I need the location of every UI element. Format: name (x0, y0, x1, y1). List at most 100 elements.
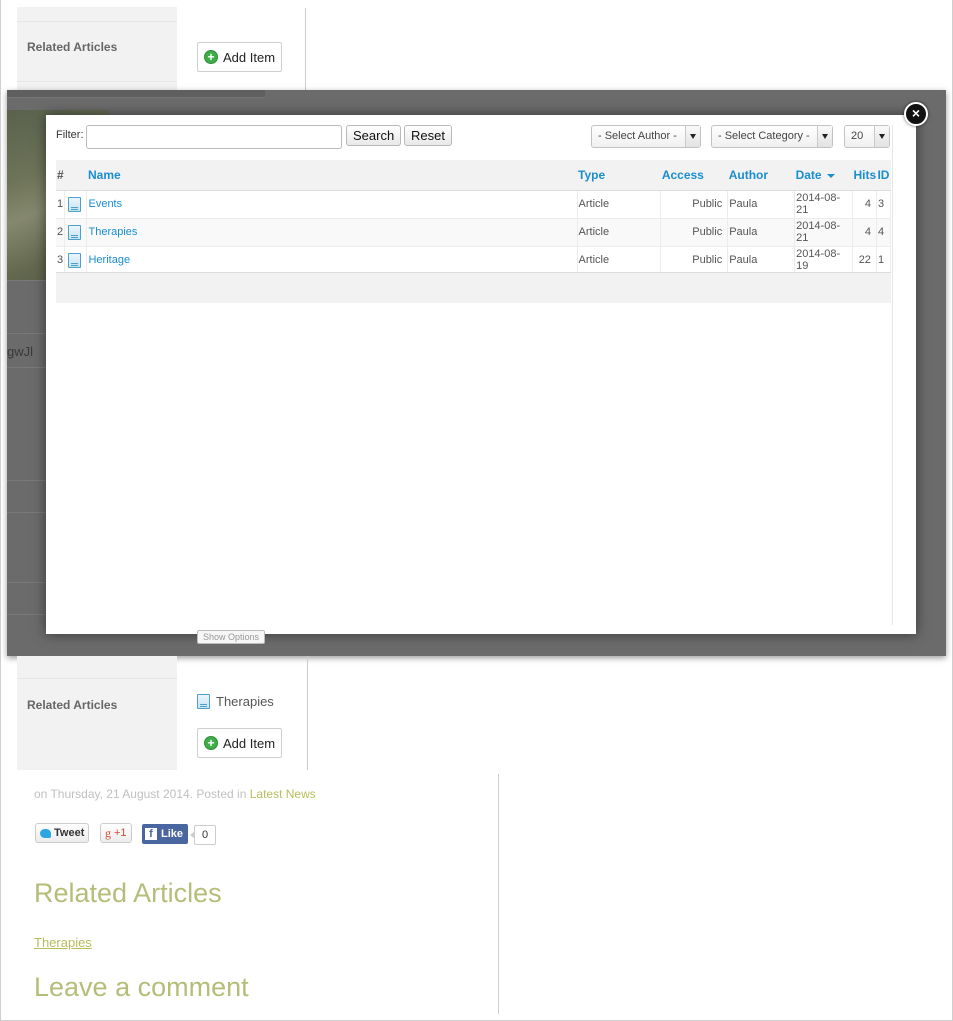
background-divider (7, 512, 47, 513)
google-plus-icon: g (105, 825, 111, 840)
col-header-hits[interactable]: Hits (852, 160, 877, 191)
add-item-button-bottom[interactable]: + Add Item (197, 728, 283, 758)
show-options-button[interactable]: Show Options (197, 630, 265, 644)
row-author: Paula (727, 246, 796, 275)
add-item-button-top[interactable]: + Add Item (197, 42, 283, 72)
row-date: 2014-08-21 (794, 190, 853, 219)
row-id: 1 (876, 246, 892, 275)
plus-circle-icon: + (204, 736, 218, 750)
row-name-link[interactable]: Therapies (86, 218, 578, 247)
tweet-label: Tweet (54, 827, 85, 839)
row-type: Article (577, 190, 662, 219)
row-type: Article (577, 246, 662, 275)
row-access: Public (660, 218, 729, 247)
category-select-value: - Select Category - (718, 130, 810, 142)
modal-scrollbar[interactable] (892, 125, 906, 625)
filter-label: Filter: (56, 129, 84, 141)
background-divider (7, 582, 47, 583)
limit-select-value: 20 (851, 130, 864, 142)
related-article-item[interactable]: Therapies (197, 694, 274, 709)
row-icon-cell (64, 246, 88, 275)
background-divider (7, 614, 47, 615)
google-plus-button[interactable]: g +1 (100, 823, 132, 843)
row-id: 3 (876, 190, 892, 219)
sort-desc-icon (826, 173, 835, 178)
table-row: 3 Heritage Article Public Paula 2014-08-… (56, 246, 892, 275)
document-icon (197, 694, 210, 709)
col-header-num: # (56, 160, 65, 191)
document-icon (68, 224, 82, 240)
row-num: 1 (56, 190, 66, 219)
col-header-name[interactable]: Name (86, 160, 578, 191)
col-header-date[interactable]: Date (794, 160, 853, 191)
row-num: 3 (56, 246, 66, 275)
row-num: 2 (56, 218, 66, 247)
background-divider (7, 280, 47, 281)
col-header-id[interactable]: ID (876, 160, 891, 191)
related-articles-heading: Related Articles (34, 878, 222, 908)
article-picker-modal: Filter: Search Reset - Select Author - -… (46, 115, 916, 634)
limit-select[interactable]: 20 (844, 125, 890, 148)
tweet-button[interactable]: Tweet (35, 823, 90, 843)
row-date: 2014-08-19 (794, 246, 853, 275)
row-name-link[interactable]: Events (86, 190, 578, 219)
table-footer (56, 272, 891, 303)
row-name-link[interactable]: Heritage (86, 246, 578, 275)
document-icon (68, 252, 82, 268)
leave-comment-heading: Leave a comment (34, 972, 249, 1002)
article-meta: on Thursday, 21 August 2014. Posted in L… (34, 787, 316, 801)
add-item-label: Add Item (223, 49, 276, 65)
close-icon[interactable]: × (904, 102, 928, 126)
table-row: 1 Events Article Public Paula 2014-08-21… (56, 190, 892, 219)
background-input-strip (7, 90, 265, 98)
table-row: 2 Therapies Article Public Paula 2014-08… (56, 218, 892, 247)
reset-button[interactable]: Reset (404, 125, 452, 146)
add-item-label: Add Item (223, 735, 276, 751)
plus-circle-icon: + (204, 50, 218, 64)
category-link[interactable]: Latest News (250, 787, 316, 801)
facebook-like-count: 0 (190, 825, 216, 845)
background-divider (7, 333, 47, 334)
col-header-icon (64, 160, 87, 191)
related-articles-label-top: Related Articles (27, 40, 118, 54)
google-plus-label: +1 (114, 827, 127, 839)
search-button[interactable]: Search (346, 125, 402, 146)
row-access: Public (660, 246, 729, 275)
facebook-icon: f (145, 828, 157, 840)
row-id: 4 (876, 218, 892, 247)
row-icon-cell (64, 190, 88, 219)
document-icon (68, 196, 82, 212)
row-hits: 22 (852, 246, 877, 275)
col-header-access[interactable]: Access (660, 160, 728, 191)
fb-like-label: Like (161, 828, 184, 840)
chevron-down-icon (817, 126, 832, 147)
background-text-fragment: gwJl (7, 344, 34, 359)
col-header-type[interactable]: Type (577, 160, 661, 191)
article-divider (498, 774, 499, 1014)
row-hits: 4 (852, 218, 877, 247)
filter-input[interactable] (86, 125, 342, 149)
category-select[interactable]: - Select Category - (711, 125, 833, 148)
row-author: Paula (727, 218, 796, 247)
related-article-link[interactable]: Therapies (34, 935, 92, 950)
column-divider (305, 8, 306, 90)
related-articles-label-bottom: Related Articles (27, 698, 118, 712)
twitter-bird-icon (40, 828, 51, 838)
author-select-value: - Select Author - (598, 130, 677, 142)
row-icon-cell (64, 218, 88, 247)
related-articles-label-cell (17, 656, 177, 770)
row-access: Public (660, 190, 729, 219)
article-date-text: on Thursday, 21 August 2014. Posted in (34, 787, 250, 801)
background-divider (7, 480, 47, 481)
row-hits: 4 (852, 190, 877, 219)
chevron-down-icon (685, 126, 700, 147)
col-header-date-label: Date (795, 167, 822, 182)
row-date: 2014-08-21 (794, 218, 853, 247)
row-author: Paula (727, 190, 796, 219)
chevron-down-icon (874, 126, 889, 147)
row-type: Article (577, 218, 662, 247)
author-select[interactable]: - Select Author - (591, 125, 701, 148)
table-header-row: # Name Type Access Author Date Hits ID (56, 160, 891, 191)
facebook-like-button[interactable]: f Like (142, 824, 189, 844)
col-header-author[interactable]: Author (727, 160, 795, 191)
